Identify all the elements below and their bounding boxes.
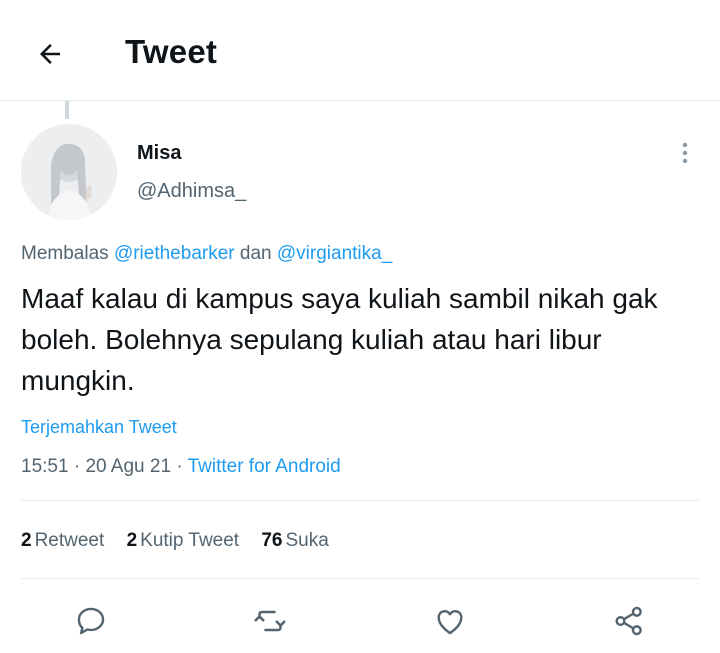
arrow-left-icon bbox=[40, 44, 60, 64]
avatar[interactable] bbox=[21, 124, 117, 220]
share-button[interactable] bbox=[609, 601, 649, 641]
tweet-meta: 15:51 · 20 Agu 21 · Twitter for Android bbox=[21, 456, 341, 478]
author-handle[interactable]: @Adhimsa_ bbox=[137, 180, 246, 203]
divider bbox=[21, 578, 699, 579]
quotes-stat[interactable]: 2 Kutip Tweet bbox=[127, 530, 240, 552]
likes-label: Suka bbox=[285, 530, 329, 551]
retweet-button[interactable] bbox=[250, 601, 290, 641]
engagement-stats: 2 Retweet 2 Kutip Tweet 76 Suka bbox=[21, 530, 346, 552]
tweet-time[interactable]: 15:51 bbox=[21, 456, 69, 477]
retweet-icon bbox=[254, 610, 286, 632]
translate-tweet-link[interactable]: Terjemahkan Tweet bbox=[21, 417, 177, 438]
share-icon bbox=[615, 606, 642, 636]
mention-riethebarker[interactable]: @riethebarker bbox=[114, 243, 235, 264]
divider bbox=[21, 500, 699, 501]
retweets-count: 2 bbox=[21, 530, 32, 551]
back-button[interactable] bbox=[30, 34, 70, 74]
avatar-photo bbox=[21, 124, 117, 220]
likes-count: 76 bbox=[261, 530, 283, 551]
quotes-count: 2 bbox=[126, 530, 138, 551]
tweet-date[interactable]: 20 Agu 21 bbox=[85, 456, 171, 477]
replying-to: Membalas @riethebarker dan @virgiantika_ bbox=[21, 243, 392, 265]
meta-separator: · bbox=[73, 456, 81, 477]
meta-separator: · bbox=[176, 456, 183, 477]
retweets-stat[interactable]: 2 Retweet bbox=[21, 530, 104, 552]
more-vertical-icon bbox=[682, 142, 688, 164]
likes-stat[interactable]: 76 Suka bbox=[261, 530, 328, 552]
like-button[interactable] bbox=[430, 601, 470, 641]
thread-connector-line bbox=[65, 101, 69, 119]
more-options-button[interactable] bbox=[670, 138, 700, 168]
reply-icon bbox=[77, 607, 105, 635]
tweet-text: Maaf kalau di kampus saya kuliah sambil … bbox=[21, 283, 658, 396]
top-app-bar: Tweet bbox=[0, 0, 720, 101]
like-icon bbox=[437, 610, 463, 635]
reply-button[interactable] bbox=[71, 601, 111, 641]
replying-conjunction: dan bbox=[239, 243, 272, 264]
replying-prefix: Membalas bbox=[21, 243, 109, 264]
quotes-label: Kutip Tweet bbox=[140, 530, 240, 551]
retweets-label: Retweet bbox=[34, 530, 105, 551]
author-name[interactable]: Misa bbox=[137, 142, 181, 165]
tweet-source[interactable]: Twitter for Android bbox=[188, 456, 341, 477]
page-title: Tweet bbox=[125, 33, 218, 70]
mention-virgiantika[interactable]: @virgiantika_ bbox=[277, 243, 392, 264]
